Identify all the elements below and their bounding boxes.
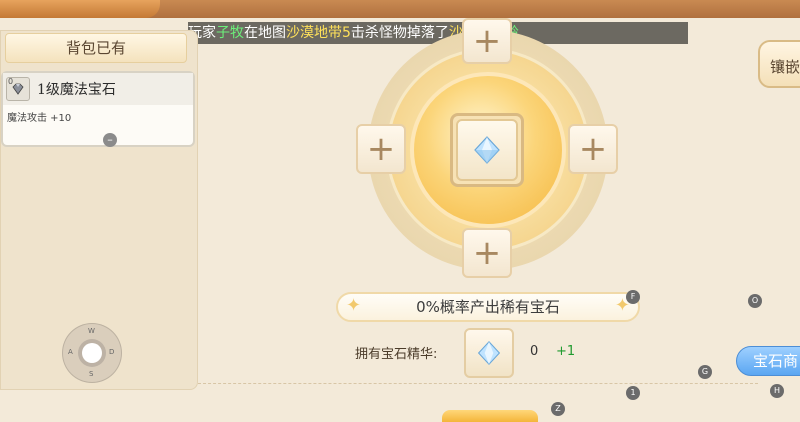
- plus-icon: +: [366, 129, 396, 169]
- hotkey-g[interactable]: G: [698, 365, 712, 379]
- star-icon: ✦: [346, 295, 362, 316]
- hotkey-h[interactable]: H: [770, 384, 784, 398]
- joystick-knob[interactable]: [82, 343, 102, 363]
- hotkey-z[interactable]: Z: [551, 402, 565, 416]
- inventory-title: 背包已有: [5, 33, 187, 63]
- top-header-bar: [0, 0, 800, 18]
- marquee-part: 子牧: [216, 25, 244, 41]
- socket-slot-top[interactable]: +: [462, 18, 512, 64]
- gem-icon: [12, 83, 24, 95]
- essence-add[interactable]: +1: [556, 344, 575, 359]
- marquee-part: 沙漠地带5: [286, 25, 351, 41]
- item-stat: 魔法攻击 +10: [7, 113, 72, 124]
- item-icon-slot: 0: [6, 77, 30, 101]
- marquee-part: 在地图: [244, 25, 286, 41]
- essence-count: 0: [530, 344, 539, 359]
- essence-slot[interactable]: [464, 328, 514, 378]
- header-tab: [0, 0, 160, 18]
- hotkey-1[interactable]: 1: [626, 386, 640, 400]
- hotkey-f[interactable]: F: [626, 290, 640, 304]
- tab-inlay-label: 镶嵌: [770, 58, 800, 76]
- virtual-joystick[interactable]: W S A D: [62, 323, 122, 383]
- bottom-action-button[interactable]: [442, 410, 538, 422]
- joystick-down-label: S: [89, 370, 94, 378]
- divider: [198, 383, 758, 384]
- minus-icon[interactable]: –: [103, 133, 117, 147]
- tab-inlay[interactable]: 镶嵌: [758, 40, 800, 88]
- item-name: 1级魔法宝石: [37, 82, 116, 98]
- socket-slot-left[interactable]: +: [356, 124, 406, 174]
- item-header: 0 1级魔法宝石: [3, 73, 193, 105]
- plus-icon: +: [578, 129, 608, 169]
- gem-icon: [474, 136, 500, 164]
- center-gem-frame: [456, 119, 518, 181]
- joystick-left-label: A: [68, 348, 73, 356]
- inventory-item[interactable]: 0 1级魔法宝石 魔法攻击 +10 –: [1, 71, 195, 147]
- marquee-part: 击杀怪物掉落了: [350, 25, 449, 41]
- socket-slot-right[interactable]: +: [568, 124, 618, 174]
- rare-gem-chance-bar: ✦ 0%概率产出稀有宝石 ✦: [336, 292, 640, 322]
- gem-shop-button[interactable]: 宝石商: [736, 346, 800, 376]
- joystick-up-label: W: [88, 327, 95, 335]
- plus-icon: +: [472, 21, 502, 61]
- joystick-right-label: D: [109, 348, 115, 356]
- essence-label: 拥有宝石精华:: [355, 347, 438, 362]
- gem-icon: [477, 340, 501, 366]
- socket-slot-center[interactable]: [450, 113, 524, 187]
- chance-text: 0%概率产出稀有宝石: [416, 298, 560, 316]
- level-badge: 0: [8, 77, 14, 86]
- hotkey-o[interactable]: O: [748, 294, 762, 308]
- socket-slot-bottom[interactable]: +: [462, 228, 512, 278]
- plus-icon: +: [472, 233, 502, 273]
